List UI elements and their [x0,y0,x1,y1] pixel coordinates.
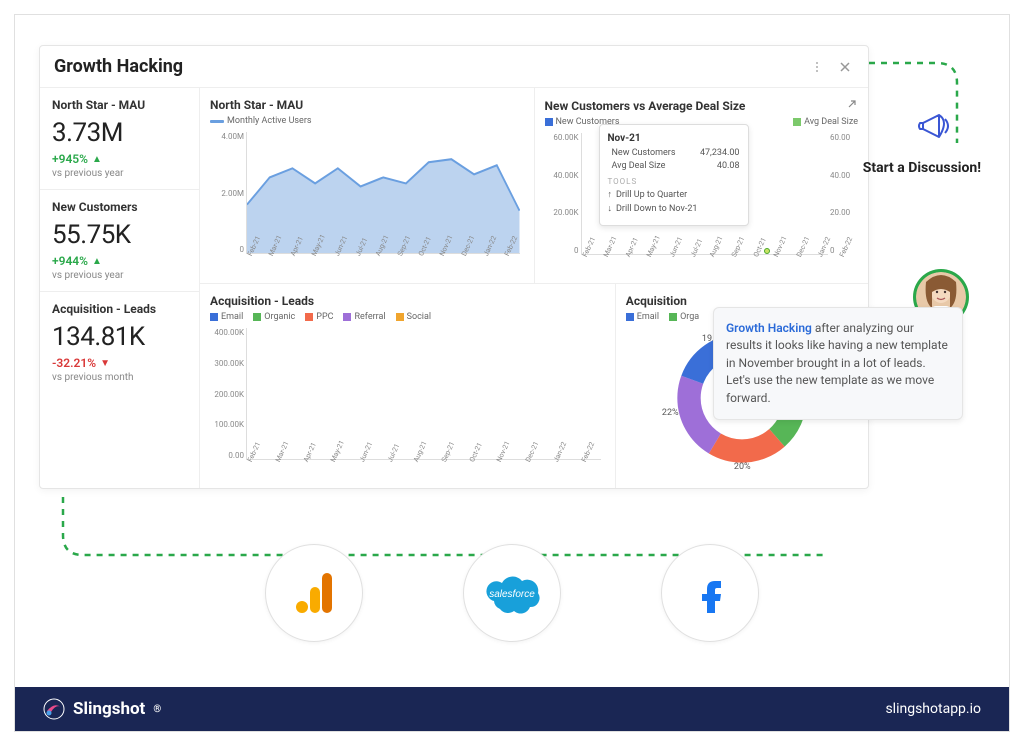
kpi-sub: vs previous year [52,270,187,281]
kpi-title: Acquisition - Leads [52,302,187,316]
chart-title: New Customers vs Average Deal Size [545,99,746,113]
chart-title: North Star - MAU [210,98,524,112]
drill-down-button[interactable]: ↓ Drill Down to Nov-21 [608,203,740,214]
chart-deal-size[interactable]: New Customers vs Average Deal Size New C… [535,88,869,283]
kpi-change: +944% [52,254,187,268]
discussion-cta[interactable]: Start a Discussion! [863,160,981,176]
kpi-mau[interactable]: North Star - MAU 3.73M +945% vs previous… [40,88,199,190]
logo-icon [43,698,65,720]
charts-column: North Star - MAU Monthly Active Users 4.… [200,88,868,488]
dashboard-header: Growth Hacking [40,46,868,88]
dashboard-title: Growth Hacking [54,56,798,77]
kpi-sub: vs previous year [52,168,187,179]
kpi-value: 3.73M [52,118,187,148]
close-icon[interactable] [836,58,854,76]
discussion-comment: Growth Hacking after analyzing our resul… [713,307,963,420]
kpi-new-customers[interactable]: New Customers 55.75K +944% vs previous y… [40,190,199,292]
kpi-change: +945% [52,152,187,166]
comment-mention: Growth Hacking [726,321,812,335]
megaphone-icon [915,107,955,151]
chart-title: Acquisition - Leads [210,294,605,308]
dashboard-body: North Star - MAU 3.73M +945% vs previous… [40,88,868,488]
app-frame: Growth Hacking North Star - MAU 3.73M +9… [14,14,1010,732]
svg-text:salesforce: salesforce [489,589,535,600]
kpi-title: New Customers [52,200,187,214]
footer: Slingshot® slingshotapp.io [15,687,1009,731]
brand: Slingshot® [43,698,161,720]
footer-url[interactable]: slingshotapp.io [885,701,981,717]
kpi-sub: vs previous month [52,372,187,383]
more-icon[interactable] [808,58,826,76]
chart-tooltip: Nov-21 New Customers47,234.00 Avg Deal S… [599,124,749,226]
kpi-title: North Star - MAU [52,98,187,112]
integrations-row: salesforce [15,533,1009,653]
chart-mau[interactable]: North Star - MAU Monthly Active Users 4.… [200,88,535,283]
kpi-leads[interactable]: Acquisition - Leads 134.81K -32.21% vs p… [40,292,199,393]
chart-leads[interactable]: Acquisition - Leads EmailOrganicPPCRefer… [200,284,616,488]
integration-salesforce[interactable]: salesforce [463,544,561,642]
integration-facebook[interactable] [661,544,759,642]
kpi-column: North Star - MAU 3.73M +945% vs previous… [40,88,200,488]
chart-title: Acquisition [626,294,858,308]
kpi-change: -32.21% [52,356,187,370]
expand-icon[interactable] [846,98,858,113]
integration-google-analytics[interactable] [265,544,363,642]
drill-up-button[interactable]: ↑ Drill Up to Quarter [608,189,740,200]
dashboard-panel: Growth Hacking North Star - MAU 3.73M +9… [39,45,869,489]
kpi-value: 134.81K [52,322,187,352]
kpi-value: 55.75K [52,220,187,250]
